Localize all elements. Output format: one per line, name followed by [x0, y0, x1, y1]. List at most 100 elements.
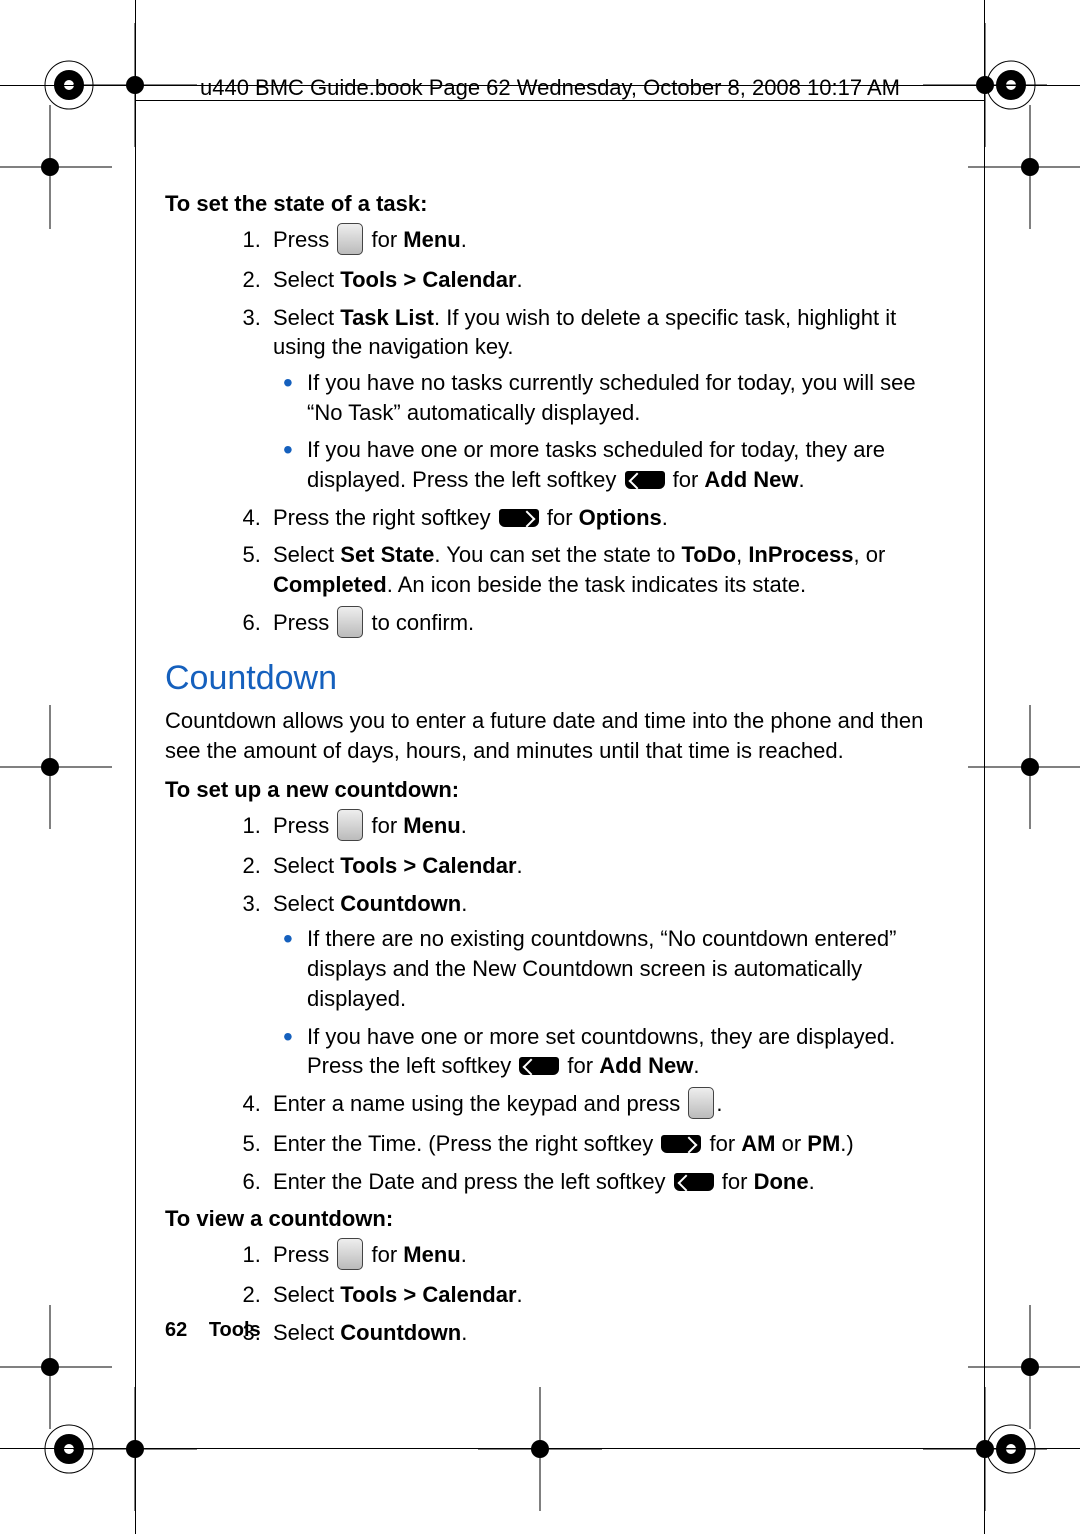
footer-section: Tools — [209, 1319, 261, 1341]
text: Press — [273, 610, 335, 635]
bold: PM — [807, 1131, 840, 1156]
text: . — [693, 1053, 699, 1078]
text: for — [667, 467, 705, 492]
bold: ToDo — [682, 542, 737, 567]
text: for — [365, 1242, 403, 1267]
ok-key-icon — [337, 606, 363, 638]
bullet: If there are no existing countdowns, “No… — [307, 924, 935, 1013]
step: Select Set State. You can set the state … — [267, 540, 935, 599]
bold: Add New — [599, 1053, 693, 1078]
text: If you have no tasks currently scheduled… — [307, 370, 916, 425]
text: Enter the Date and press the left softke… — [273, 1169, 672, 1194]
step: Select Task List. If you wish to delete … — [267, 303, 935, 495]
text: . — [799, 467, 805, 492]
text: Select — [273, 542, 340, 567]
text: , — [736, 542, 748, 567]
text: for — [365, 227, 403, 252]
bold: Completed — [273, 572, 387, 597]
step: Press the right softkey for Options. — [267, 503, 935, 533]
text: for — [365, 813, 403, 838]
text: . — [461, 227, 467, 252]
text: Press — [273, 1242, 335, 1267]
crop-mark-icon — [28, 145, 72, 189]
sub-bullets: If there are no existing countdowns, “No… — [273, 924, 935, 1080]
bold: InProcess — [748, 542, 853, 567]
step: Press for Menu. — [267, 225, 935, 257]
text: . An icon beside the task indicates its … — [387, 572, 806, 597]
crop-line — [135, 0, 136, 1534]
text: for — [703, 1131, 741, 1156]
subheading-new-countdown: To set up a new countdown: — [165, 775, 935, 805]
text: , or — [853, 542, 885, 567]
text: Press — [273, 227, 335, 252]
step: Enter the Date and press the left softke… — [267, 1167, 935, 1197]
text: to confirm. — [365, 610, 474, 635]
text: . — [662, 505, 668, 530]
step: Select Countdown. If there are no existi… — [267, 889, 935, 1081]
steps-view-countdown: Press for Menu. Select Tools > Calendar.… — [165, 1240, 935, 1348]
ok-key-icon — [337, 1238, 363, 1270]
page-number: 62 — [165, 1319, 187, 1341]
bold: Tools > Calendar — [340, 853, 516, 878]
right-softkey-icon — [661, 1135, 701, 1153]
bold: Add New — [704, 467, 798, 492]
ok-key-icon — [337, 809, 363, 841]
step: Press to confirm. — [267, 608, 935, 640]
text: for — [561, 1053, 599, 1078]
left-softkey-icon — [674, 1173, 714, 1191]
text: for — [541, 505, 579, 530]
bold: Tools > Calendar — [340, 267, 516, 292]
step: Select Countdown. — [267, 1318, 935, 1348]
subheading-view-countdown: To view a countdown: — [165, 1204, 935, 1234]
text: . — [461, 891, 467, 916]
bullet: If you have no tasks currently scheduled… — [307, 368, 935, 427]
header-rule — [135, 100, 985, 101]
running-header: u440 BMC Guide.book Page 62 Wednesday, O… — [200, 75, 900, 101]
text: . — [517, 1282, 523, 1307]
bold: Countdown — [340, 1320, 461, 1345]
text: Press — [273, 813, 335, 838]
step: Press for Menu. — [267, 811, 935, 843]
bold: Menu — [403, 227, 460, 252]
text: Select — [273, 1282, 340, 1307]
crop-mark-icon — [28, 1345, 72, 1389]
text: Select — [273, 853, 340, 878]
ok-key-icon — [688, 1087, 714, 1119]
bullet: If you have one or more set countdowns, … — [307, 1022, 935, 1081]
page-footer: 62 Tools — [165, 1319, 261, 1342]
text: . You can set the state to — [434, 542, 681, 567]
bold: Menu — [403, 813, 460, 838]
page: u440 BMC Guide.book Page 62 Wednesday, O… — [0, 0, 1080, 1534]
text: .) — [840, 1131, 853, 1156]
sub-bullets: If you have no tasks currently scheduled… — [273, 368, 935, 495]
crop-mark-icon — [28, 745, 72, 789]
text: . — [517, 267, 523, 292]
crop-mark-icon — [113, 1427, 157, 1471]
ok-key-icon — [337, 223, 363, 255]
bold: Task List — [340, 305, 434, 330]
step: Select Tools > Calendar. — [267, 1280, 935, 1310]
bold: Done — [754, 1169, 809, 1194]
subheading-set-state: To set the state of a task: — [165, 189, 935, 219]
left-softkey-icon — [625, 471, 665, 489]
text: If there are no existing countdowns, “No… — [307, 926, 896, 1010]
text: or — [776, 1131, 808, 1156]
crop-mark-icon — [113, 63, 157, 107]
text: Select — [273, 305, 340, 330]
crop-mark-icon — [963, 63, 1007, 107]
crop-mark-icon — [1008, 1345, 1052, 1389]
text: Enter a name using the keypad and press — [273, 1091, 686, 1116]
text: Select — [273, 267, 340, 292]
text: . — [716, 1091, 722, 1116]
text: . — [461, 813, 467, 838]
text: . — [809, 1169, 815, 1194]
crop-mark-icon — [518, 1427, 562, 1471]
right-softkey-icon — [499, 509, 539, 527]
crop-mark-icon — [963, 1427, 1007, 1471]
crop-mark-icon — [1008, 745, 1052, 789]
step: Enter a name using the keypad and press … — [267, 1089, 935, 1121]
bold: Tools > Calendar — [340, 1282, 516, 1307]
step: Select Tools > Calendar. — [267, 851, 935, 881]
step: Select Tools > Calendar. — [267, 265, 935, 295]
page-content: To set the state of a task: Press for Me… — [165, 185, 935, 1356]
